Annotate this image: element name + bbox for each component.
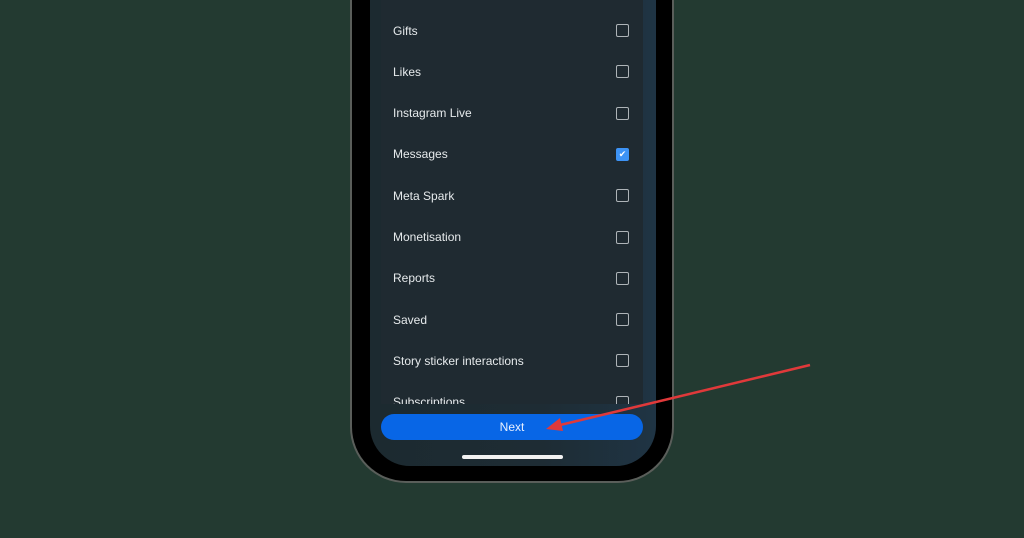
annotation-arrow-icon [546, 363, 811, 431]
